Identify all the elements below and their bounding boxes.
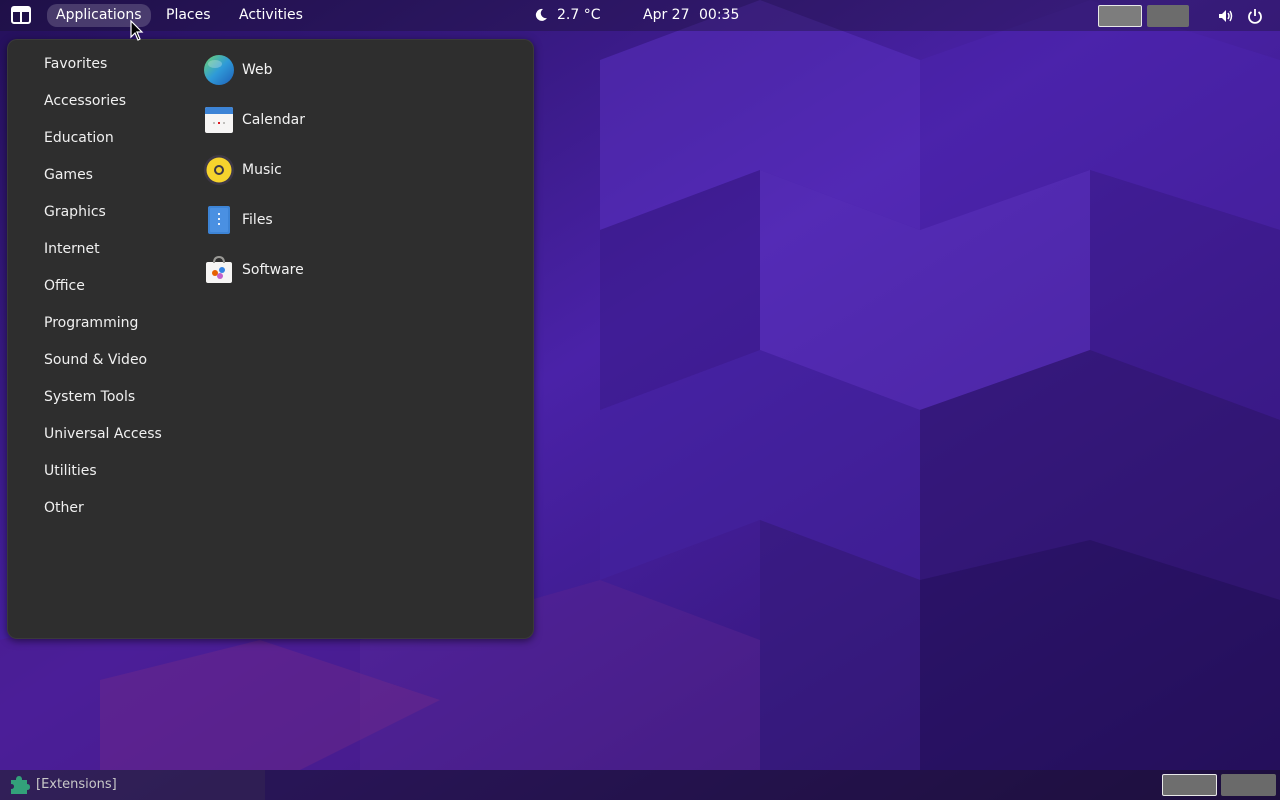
app-label: Calendar <box>242 112 305 128</box>
app-software[interactable]: Software <box>203 252 403 288</box>
software-icon <box>206 255 232 283</box>
files-icon <box>208 206 230 234</box>
category-games[interactable]: Games <box>44 165 93 185</box>
bottom-panel: [Extensions] <box>0 770 1280 800</box>
mouse-pointer-icon <box>130 20 144 41</box>
category-favorites[interactable]: Favorites <box>44 54 107 74</box>
web-browser-icon <box>204 55 234 85</box>
places-menu-button[interactable]: Places <box>157 4 220 27</box>
puzzle-icon <box>11 776 30 794</box>
weather-temperature[interactable]: 2.7 °C <box>557 0 601 31</box>
clock-date[interactable]: Apr 27 <box>643 0 689 31</box>
category-education[interactable]: Education <box>44 128 114 148</box>
extensions-label: [Extensions] <box>36 777 117 792</box>
category-accessories[interactable]: Accessories <box>44 91 126 111</box>
bottom-workspace-2[interactable] <box>1221 774 1276 796</box>
applications-menu-icon[interactable] <box>11 6 31 24</box>
moon-icon <box>535 8 547 21</box>
applications-menu-popup: Favorites Accessories Education Games Gr… <box>7 39 534 639</box>
category-graphics[interactable]: Graphics <box>44 202 106 222</box>
category-system-tools[interactable]: System Tools <box>44 387 135 407</box>
power-icon[interactable] <box>1247 8 1263 24</box>
app-label: Web <box>242 62 273 78</box>
category-other[interactable]: Other <box>44 498 84 518</box>
workspace-1-thumbnail[interactable] <box>1098 5 1142 27</box>
category-internet[interactable]: Internet <box>44 239 100 259</box>
clock-time[interactable]: 00:35 <box>699 0 739 31</box>
music-icon <box>204 155 234 185</box>
category-universal-access[interactable]: Universal Access <box>44 424 162 444</box>
app-music[interactable]: Music <box>203 152 403 188</box>
category-sound-video[interactable]: Sound & Video <box>44 350 147 370</box>
extensions-button[interactable]: [Extensions] <box>0 770 265 800</box>
app-files[interactable]: Files <box>203 202 403 238</box>
app-web[interactable]: Web <box>203 52 403 88</box>
app-label: Music <box>242 162 282 178</box>
category-programming[interactable]: Programming <box>44 313 138 333</box>
activities-button[interactable]: Activities <box>230 4 312 27</box>
category-office[interactable]: Office <box>44 276 85 296</box>
top-panel: Applications Places Activities 2.7 °C Ap… <box>0 0 1280 31</box>
app-label: Files <box>242 212 273 228</box>
volume-icon[interactable] <box>1218 8 1234 24</box>
app-label: Software <box>242 262 304 278</box>
bottom-workspace-1[interactable] <box>1162 774 1217 796</box>
category-utilities[interactable]: Utilities <box>44 461 97 481</box>
workspace-2-thumbnail[interactable] <box>1147 5 1189 27</box>
app-calendar[interactable]: Calendar <box>203 102 403 138</box>
calendar-icon <box>205 107 233 133</box>
